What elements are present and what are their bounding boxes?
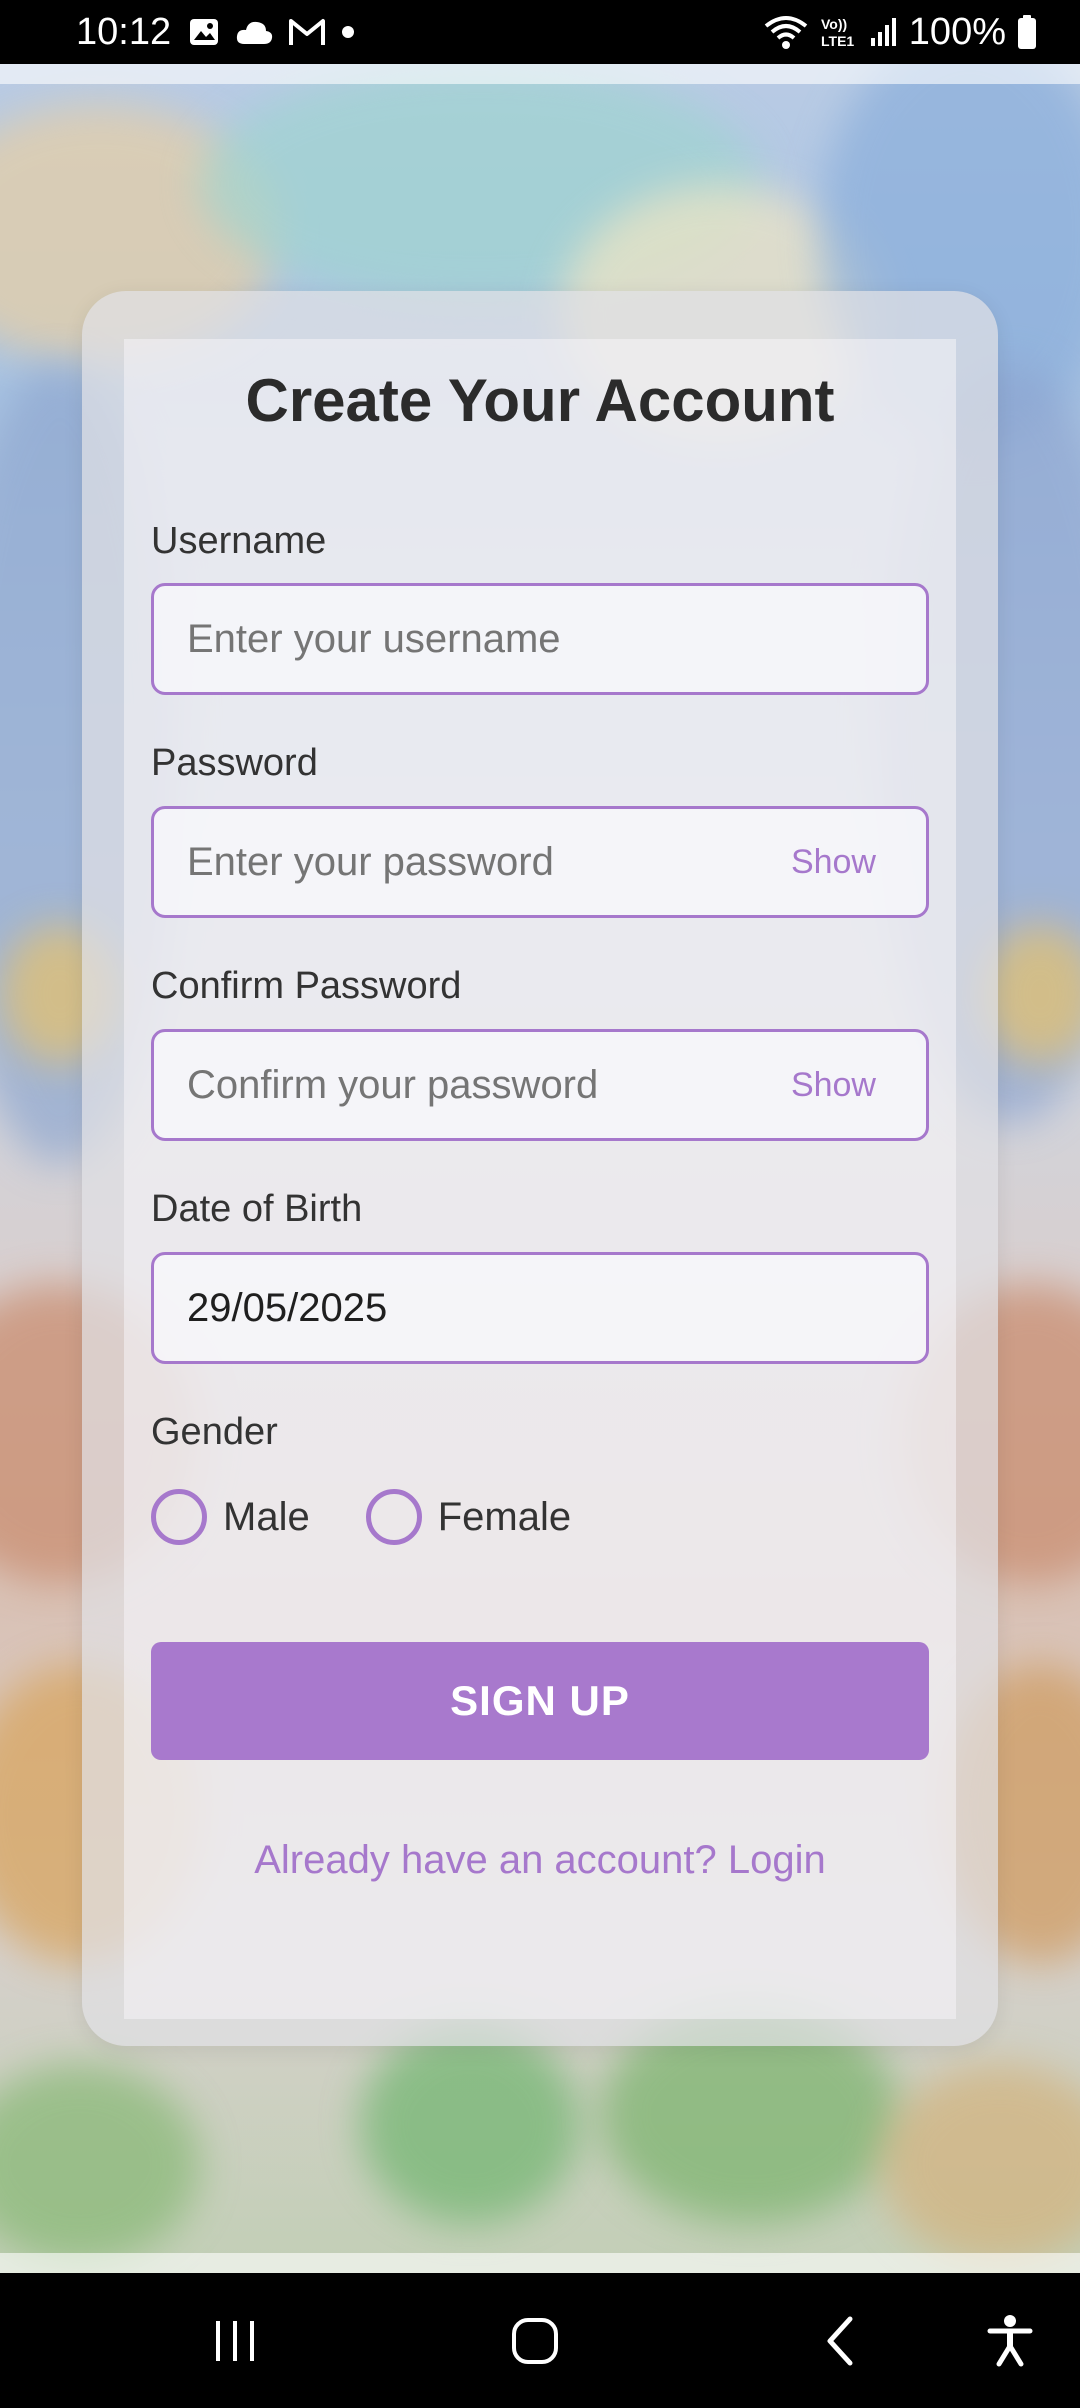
svg-text:LTE1: LTE1 xyxy=(821,33,854,49)
battery-percentage: 100% xyxy=(908,10,1006,53)
confirm-password-input[interactable] xyxy=(187,1032,747,1138)
system-nav-bar xyxy=(0,2273,1080,2408)
background-bottom-fade xyxy=(0,2253,1080,2273)
wifi-icon xyxy=(764,16,808,49)
signup-button[interactable]: SIGN UP xyxy=(151,1642,929,1760)
login-link[interactable]: Already have an account? Login xyxy=(124,1838,956,1883)
dob-value[interactable]: 29/05/2025 xyxy=(187,1255,747,1361)
gmail-icon xyxy=(289,19,325,45)
recent-apps-icon xyxy=(216,2320,254,2361)
male-radio[interactable] xyxy=(151,1489,207,1545)
back-icon xyxy=(827,2316,853,2365)
dob-label: Date of Birth xyxy=(151,1188,363,1230)
gender-option-female[interactable]: Female xyxy=(365,1489,571,1545)
home-button[interactable] xyxy=(480,2273,590,2408)
password-input[interactable] xyxy=(187,809,747,915)
image-icon xyxy=(190,19,218,45)
password-field[interactable]: Show xyxy=(151,806,929,918)
password-label: Password xyxy=(151,742,318,784)
recent-apps-button[interactable] xyxy=(180,2273,290,2408)
confirm-password-show-toggle[interactable]: Show xyxy=(791,1032,876,1138)
back-button[interactable] xyxy=(785,2273,895,2408)
dot-icon xyxy=(342,26,354,38)
accessibility-button[interactable] xyxy=(960,2273,1060,2408)
dob-field[interactable]: 29/05/2025 xyxy=(151,1252,929,1364)
confirm-password-field[interactable]: Show xyxy=(151,1029,929,1141)
battery-icon xyxy=(1018,15,1036,49)
female-label[interactable]: Female xyxy=(438,1495,571,1540)
status-bar: 10:12 Vo)) LTE1 100% xyxy=(0,0,1080,64)
username-field[interactable] xyxy=(151,583,929,695)
status-notification-icons xyxy=(188,14,356,50)
confirm-password-label: Confirm Password xyxy=(151,965,462,1007)
gender-option-male[interactable]: Male xyxy=(151,1489,310,1545)
background-top-fade xyxy=(0,64,1080,84)
username-label: Username xyxy=(151,520,327,562)
svg-text:Vo)): Vo)) xyxy=(821,16,847,32)
gender-label: Gender xyxy=(151,1411,278,1453)
male-label[interactable]: Male xyxy=(223,1495,310,1540)
female-radio[interactable] xyxy=(365,1489,422,1545)
status-system-icons: Vo)) LTE1 100% xyxy=(763,8,1038,56)
signal-icon xyxy=(870,18,896,46)
status-time: 10:12 xyxy=(76,11,172,53)
volte-icon: Vo))LTE1 xyxy=(821,16,854,49)
gender-radio-group: Male Female xyxy=(151,1487,571,1547)
accessibility-icon xyxy=(987,2314,1033,2366)
cloud-icon xyxy=(236,21,273,44)
username-input[interactable] xyxy=(187,586,747,692)
home-icon xyxy=(512,2317,558,2364)
password-show-toggle[interactable]: Show xyxy=(791,809,876,915)
page-title: Create Your Account xyxy=(245,367,835,434)
